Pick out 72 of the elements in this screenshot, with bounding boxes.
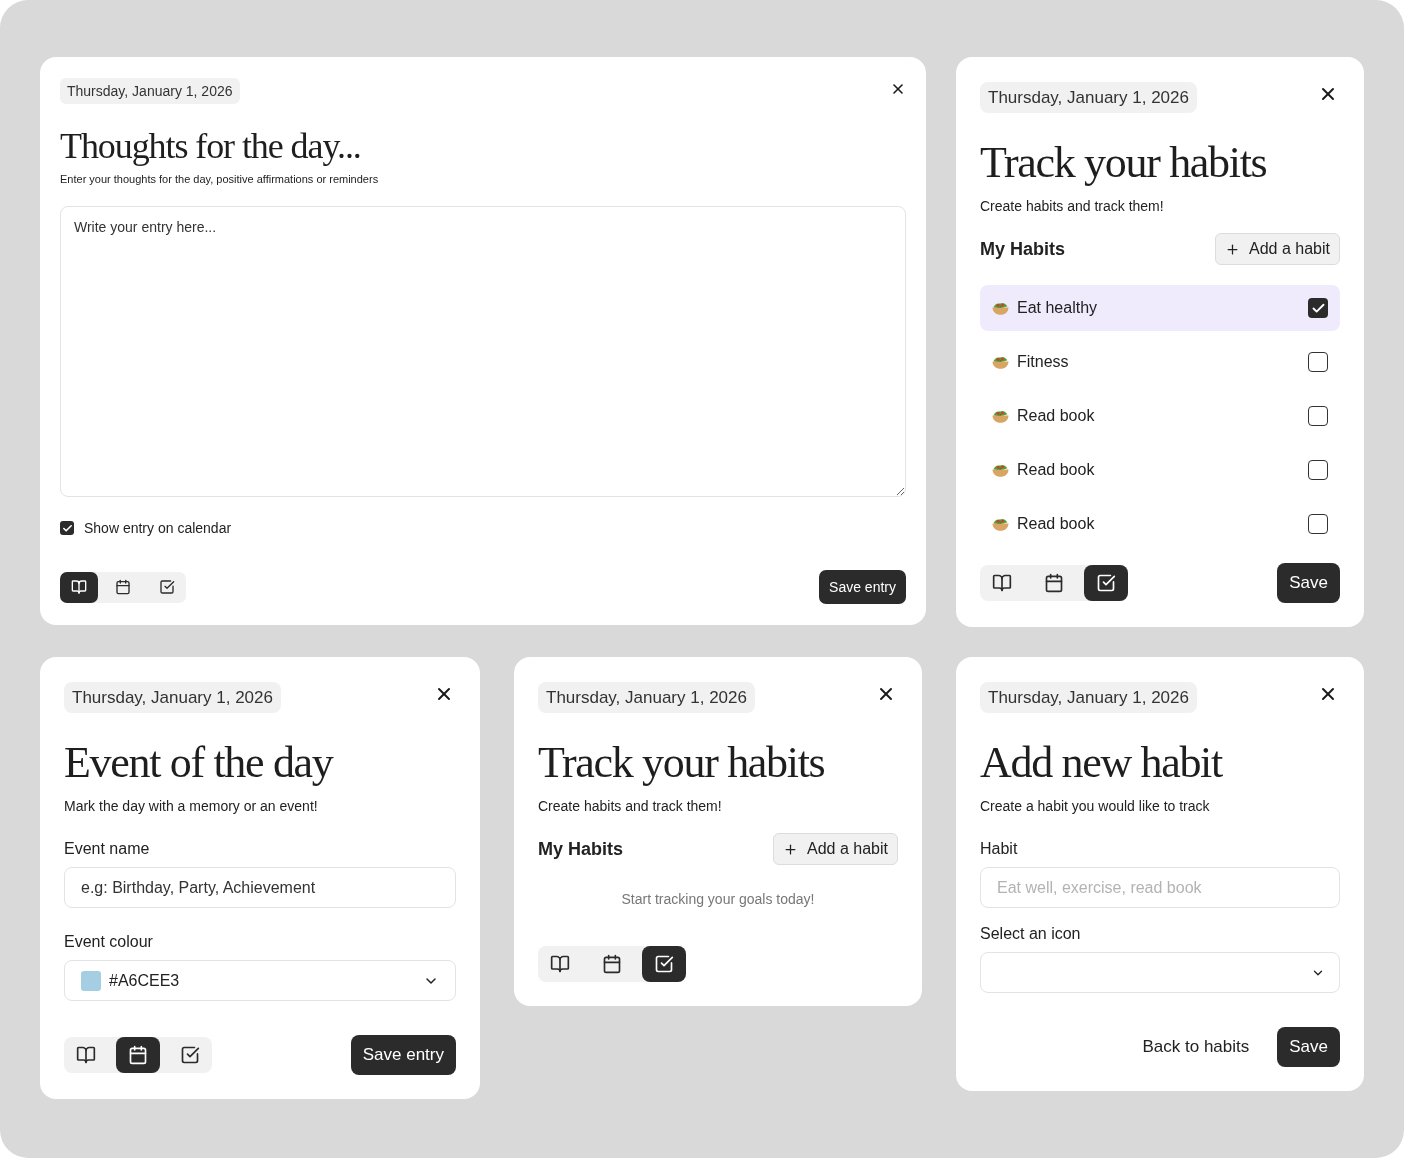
- checkbox[interactable]: [1308, 406, 1328, 426]
- checked-square-icon: [1096, 573, 1116, 593]
- empty-message: Start tracking your goals today!: [620, 890, 816, 908]
- section-title: My Habits: [980, 238, 1066, 260]
- save-button[interactable]: Save: [1277, 563, 1340, 603]
- date-badge: Thursday, January 1, 2026: [64, 682, 281, 713]
- save-button[interactable]: Save: [1277, 1027, 1340, 1067]
- checkbox[interactable]: [1308, 460, 1328, 480]
- view-tab[interactable]: [642, 946, 686, 982]
- field-label: Event name: [64, 839, 151, 859]
- salad-bowl-icon: [992, 355, 1009, 369]
- calendar-icon: [602, 954, 622, 974]
- habit-name: Eat healthy: [1017, 298, 1098, 318]
- card-title: Track your habits: [538, 739, 826, 787]
- calendar-icon: [128, 1045, 148, 1065]
- field-label: Habit: [980, 839, 1019, 859]
- card-title: Track your habits: [980, 139, 1268, 187]
- close-icon: [890, 81, 906, 97]
- checked-square-icon: [654, 954, 674, 974]
- checkbox[interactable]: [1308, 298, 1328, 318]
- date-badge: Thursday, January 1, 2026: [538, 682, 755, 713]
- checkbox[interactable]: [60, 521, 74, 535]
- check-icon: [61, 522, 73, 534]
- habit-name: Read book: [1017, 406, 1095, 426]
- checkbox[interactable]: [1308, 352, 1328, 372]
- salad-bowl-icon: [992, 517, 1009, 531]
- add-habit-button[interactable]: Add a habit: [1215, 233, 1340, 265]
- card-subtitle: Create habits and track them!: [538, 797, 723, 815]
- book-icon: [550, 954, 570, 974]
- view-tab[interactable]: [1084, 565, 1128, 601]
- card-title: Thoughts for the day...: [60, 126, 362, 166]
- field-label: Event colour: [64, 932, 154, 952]
- habit-row[interactable]: Eat healthy: [980, 285, 1340, 331]
- save-button[interactable]: Save entry: [350, 1035, 456, 1075]
- book-icon: [992, 573, 1012, 593]
- card-subtitle: Create a habit you would like to track: [980, 797, 1211, 815]
- date-badge: Thursday, January 1, 2026: [980, 82, 1197, 113]
- salad-bowl-icon: [992, 301, 1009, 315]
- habit-name: Read book: [1017, 460, 1095, 480]
- calendar-icon: [115, 579, 131, 595]
- event-name-input[interactable]: e.g: Birthday, Party, Achievement: [64, 867, 456, 908]
- habit-name: Read book: [1017, 514, 1095, 534]
- salad-bowl-icon: [992, 409, 1009, 423]
- habit-input[interactable]: Eat well, exercise, read book: [980, 867, 1340, 908]
- view-tab[interactable]: [116, 1037, 160, 1073]
- book-icon: [71, 579, 87, 595]
- habit-name: Fitness: [1017, 352, 1069, 372]
- plus-icon: [783, 841, 799, 857]
- entry-textarea[interactable]: Write your entry here...: [60, 206, 906, 497]
- card-subtitle: Mark the day with a memory or an event!: [64, 797, 319, 815]
- salad-bowl-icon: [992, 463, 1009, 477]
- field-label: Select an icon: [980, 924, 1082, 944]
- date-badge: Thursday, January 1, 2026: [60, 78, 240, 104]
- close-button[interactable]: [890, 81, 906, 97]
- checked-square-icon: [180, 1045, 200, 1065]
- card-subtitle: Enter your thoughts for the day, positive affirmations or reminders: [60, 172, 380, 186]
- view-tab[interactable]: [60, 571, 98, 603]
- card-title: Event of the day: [64, 739, 334, 787]
- calendar-icon: [1044, 573, 1064, 593]
- plus-icon: [1225, 241, 1241, 257]
- add-habit-button[interactable]: Add a habit: [773, 833, 898, 865]
- book-icon: [76, 1045, 96, 1065]
- card-subtitle: Create habits and track them!: [980, 197, 1165, 215]
- checked-square-icon: [159, 579, 175, 595]
- checkbox-label: Show entry on calendar: [84, 519, 232, 537]
- checkbox[interactable]: [1308, 514, 1328, 534]
- back-button[interactable]: Back to habits: [1142, 1034, 1250, 1060]
- date-badge: Thursday, January 1, 2026: [980, 682, 1197, 713]
- save-button[interactable]: Save entry: [819, 570, 906, 604]
- colour-select[interactable]: #A6CEE3: [64, 960, 456, 1001]
- section-title: My Habits: [538, 838, 624, 860]
- card-title: Add new habit: [980, 739, 1224, 787]
